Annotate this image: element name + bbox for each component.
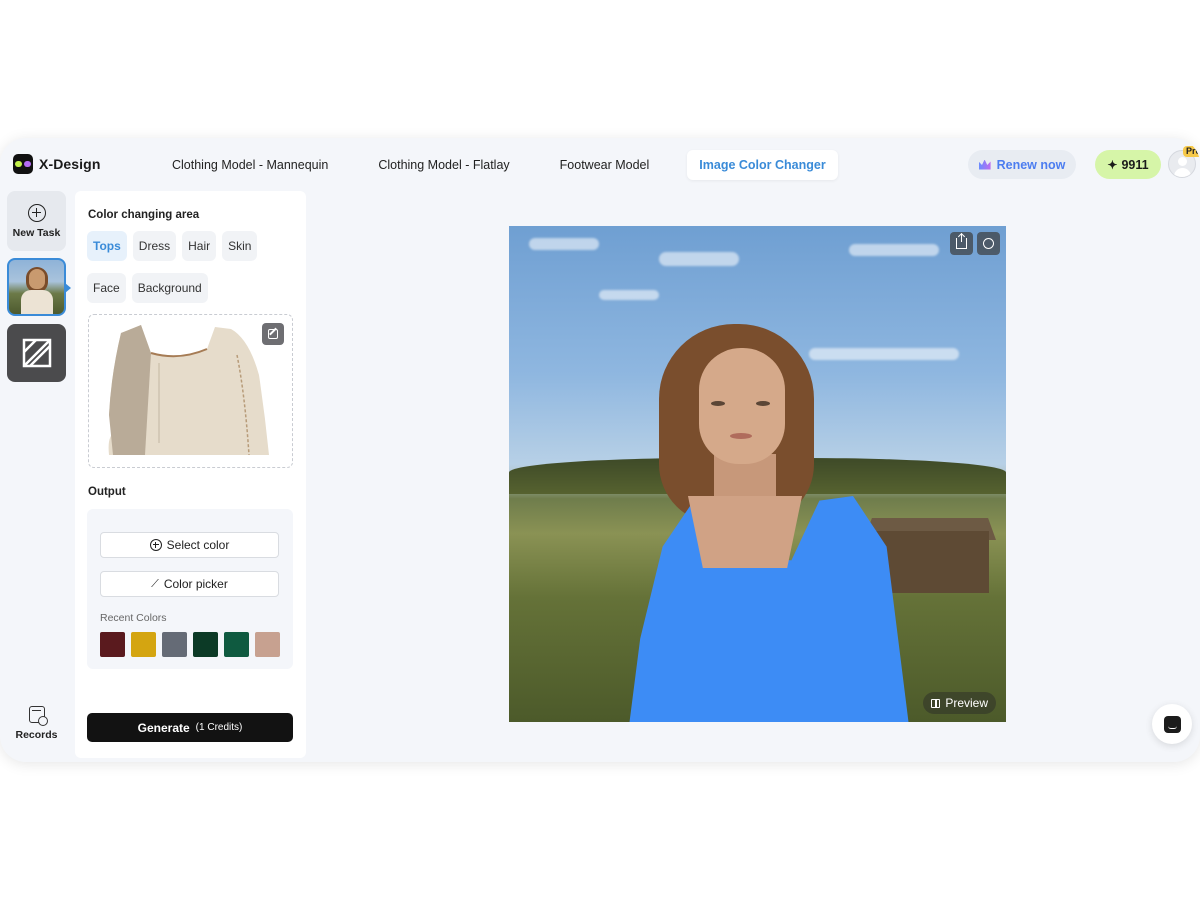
select-color-label: Select color — [166, 538, 230, 552]
tab-clothing-model-mannequin[interactable]: Clothing Model - Mannequin — [160, 150, 340, 180]
color-picker-label: Color picker — [163, 577, 228, 591]
area-chip-background[interactable]: Background — [131, 273, 208, 303]
canvas-actions — [950, 232, 1000, 255]
color-swatch[interactable] — [100, 632, 125, 657]
sparkle-icon: ✦ — [1107, 157, 1118, 172]
color-swatch[interactable] — [162, 632, 187, 657]
generate-button[interactable]: Generate (1 Credits) — [87, 713, 293, 742]
color-picker-button[interactable]: ⟋ Color picker — [100, 571, 279, 597]
model-eye — [711, 401, 725, 406]
area-chip-tops[interactable]: Tops — [87, 231, 127, 261]
model-face — [699, 348, 785, 464]
thumbnail-face — [29, 269, 45, 289]
pro-badge: Pro — [1183, 146, 1200, 157]
compare-icon — [931, 698, 941, 708]
tool-tabs: Clothing Model - Mannequin Clothing Mode… — [160, 150, 838, 180]
x-design-logo-icon — [13, 154, 33, 174]
model-lips — [730, 433, 752, 439]
calendar-clock-icon — [28, 705, 48, 726]
segment-preview — [88, 314, 293, 468]
app-name: X-Design — [39, 156, 101, 172]
thumbnail-body — [21, 290, 53, 314]
renew-label: Renew now — [996, 157, 1066, 172]
new-task-button[interactable]: New Task — [7, 191, 66, 251]
edit-mask-button[interactable] — [262, 323, 284, 345]
credit-balance: 9911 — [1121, 157, 1149, 172]
new-task-label: New Task — [12, 226, 61, 239]
output-section-title: Output — [88, 486, 126, 498]
cloud — [809, 348, 959, 360]
color-swatch[interactable] — [224, 632, 249, 657]
color-swatch[interactable] — [193, 632, 218, 657]
generate-credit-cost: (1 Credits) — [195, 722, 243, 733]
settings-panel: Color changing area Tops Dress Hair Skin… — [75, 191, 306, 758]
model-eye — [756, 401, 770, 406]
generate-label: Generate — [137, 720, 190, 735]
task-thumbnail-active[interactable] — [7, 258, 66, 316]
edit-icon — [268, 329, 278, 339]
tab-image-color-changer[interactable]: Image Color Changer — [687, 150, 838, 180]
color-swatch[interactable] — [255, 632, 280, 657]
image-placeholder-icon — [22, 338, 51, 368]
records-label: Records — [15, 728, 58, 741]
model-neckline — [687, 496, 803, 568]
task-thumbnail-placeholder[interactable] — [7, 324, 66, 382]
recent-colors — [100, 632, 280, 657]
color-swatch[interactable] — [131, 632, 156, 657]
tab-clothing-model-flatlay[interactable]: Clothing Model - Flatlay — [366, 150, 521, 180]
plus-circle-icon — [27, 203, 46, 222]
area-chip-hair[interactable]: Hair — [182, 231, 217, 261]
area-chip-face[interactable]: Face — [87, 273, 126, 303]
active-task-indicator — [65, 283, 71, 293]
chat-icon — [1163, 715, 1181, 733]
upload-button[interactable] — [950, 232, 973, 255]
area-chip-dress[interactable]: Dress — [132, 231, 177, 261]
cloud — [659, 252, 739, 266]
eyedropper-icon: ⟋ — [151, 578, 159, 590]
select-color-button[interactable]: Select color — [100, 532, 279, 558]
tab-footwear-model[interactable]: Footwear Model — [548, 150, 662, 180]
cloud — [849, 244, 939, 256]
plus-circle-icon — [149, 539, 162, 551]
preview-label: Preview — [945, 696, 988, 710]
cloud — [599, 290, 659, 300]
area-section-title: Color changing area — [88, 209, 200, 221]
area-chip-skin[interactable]: Skin — [222, 231, 258, 261]
recent-colors-label: Recent Colors — [100, 612, 167, 624]
records-button[interactable]: Records — [7, 698, 66, 748]
renew-button[interactable]: Renew now — [968, 150, 1076, 179]
cloud — [529, 238, 599, 250]
credit-balance-badge[interactable]: ✦ 9911 — [1095, 150, 1161, 179]
upload-icon — [956, 234, 967, 249]
app-window: X-Design Clothing Model - Mannequin Clot… — [0, 138, 1200, 762]
top-bar: X-Design Clothing Model - Mannequin Clot… — [0, 138, 1200, 190]
area-chips: Tops Dress Hair Skin Face Background — [87, 231, 292, 303]
logo[interactable]: X-Design — [13, 154, 100, 174]
feedback-button[interactable] — [977, 232, 1000, 255]
result-image: Preview — [509, 226, 1006, 722]
feedback-icon — [983, 238, 994, 249]
preview-button[interactable]: Preview — [923, 692, 996, 714]
support-chat-button[interactable] — [1152, 704, 1192, 744]
crown-icon — [978, 159, 991, 170]
output-options: Select color ⟋ Color picker Recent Color… — [87, 509, 293, 669]
